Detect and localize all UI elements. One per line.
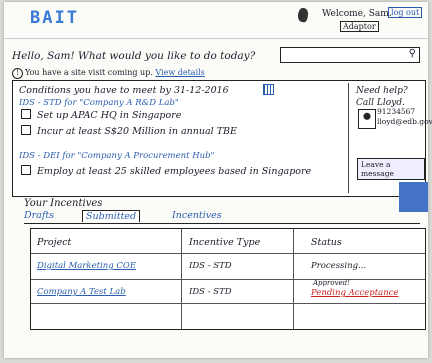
row-divider <box>31 303 425 304</box>
status-cell: Processing... <box>311 261 367 271</box>
conditions-title: Conditions you have to meet by 31-12-201… <box>19 85 229 96</box>
column-header: Project <box>37 237 72 248</box>
search-input[interactable]: ⚲ <box>280 47 420 63</box>
page-sheet: BAIT Welcome, Sam. log out Adaptor Hello… <box>4 2 432 358</box>
role-badge[interactable]: Adaptor <box>340 21 379 32</box>
condition-text: Set up APAC HQ in Singapore <box>37 110 182 121</box>
help-section: Need help? Call Lloyd. <box>356 85 408 109</box>
type-cell: IDS - STD <box>189 287 232 297</box>
checkbox[interactable] <box>21 109 31 119</box>
avatar <box>358 109 376 129</box>
row-divider <box>31 279 425 280</box>
app-logo[interactable]: BAIT <box>30 8 79 28</box>
welcome-text: Welcome, Sam. <box>322 9 392 19</box>
tab-incentives[interactable]: Incentives <box>172 210 222 221</box>
status-note: Approved! <box>313 279 350 287</box>
tab-drafts[interactable]: Drafts <box>24 210 54 221</box>
site-visit-notice: ! You have a site visit coming up. View d… <box>12 68 205 79</box>
incentive-tabs: Drafts Submitted Incentives <box>24 210 424 224</box>
color-swatch <box>399 182 428 212</box>
condition-item[interactable]: Set up APAC HQ in Singapore <box>21 109 181 121</box>
column-header: Incentive Type <box>189 237 261 248</box>
notice-text: You have a site visit coming up. <box>25 68 153 77</box>
project-link[interactable]: IDS - STD for "Company A R&D Lab" <box>19 98 179 108</box>
incentives-title: Your Incentives <box>24 198 103 209</box>
search-icon[interactable]: ⚲ <box>409 48 416 59</box>
condition-item[interactable]: Employ at least 25 skilled employees bas… <box>21 165 311 177</box>
row-divider <box>31 253 425 254</box>
contact-email[interactable]: lloyd@edb.gov.sg <box>377 117 432 127</box>
project-cell[interactable]: Digital Marketing COE <box>37 261 136 271</box>
logout-button[interactable]: log out <box>388 7 423 18</box>
type-cell: IDS - STD <box>189 261 232 271</box>
contact-details: 91234567 lloyd@edb.gov.sg <box>377 107 432 127</box>
condition-text: Employ at least 25 skilled employees bas… <box>37 166 312 177</box>
leave-message-button[interactable]: Leave a message <box>357 158 425 180</box>
contact-phone[interactable]: 91234567 <box>377 107 432 117</box>
panel-divider <box>348 83 349 193</box>
incentives-table: Project Incentive Type Status Digital Ma… <box>30 228 426 330</box>
column-header: Status <box>311 237 342 248</box>
tab-underline <box>24 223 420 224</box>
condition-text: Incur at least S$20 Million in annual TB… <box>37 126 237 137</box>
status-cell[interactable]: Pending Acceptance <box>311 288 399 298</box>
project-link[interactable]: IDS - DEI for "Company A Procurement Hub… <box>19 151 214 161</box>
help-title: Need help? <box>356 86 408 96</box>
calendar-icon[interactable] <box>263 84 274 95</box>
tab-submitted[interactable]: Submitted <box>82 210 141 222</box>
project-cell[interactable]: Company A Test Lab <box>37 287 126 297</box>
conditions-panel: Conditions you have to meet by 31-12-201… <box>12 80 432 197</box>
user-pin-icon <box>296 7 310 23</box>
checkbox[interactable] <box>21 125 31 135</box>
alert-icon: ! <box>12 68 23 79</box>
condition-item[interactable]: Incur at least S$20 Million in annual TB… <box>21 125 237 137</box>
top-bar: BAIT Welcome, Sam. log out Adaptor <box>4 2 428 39</box>
view-details-link[interactable]: View details <box>155 68 204 77</box>
checkbox[interactable] <box>21 165 31 175</box>
greeting-text: Hello, Sam! What would you like to do to… <box>12 50 256 62</box>
